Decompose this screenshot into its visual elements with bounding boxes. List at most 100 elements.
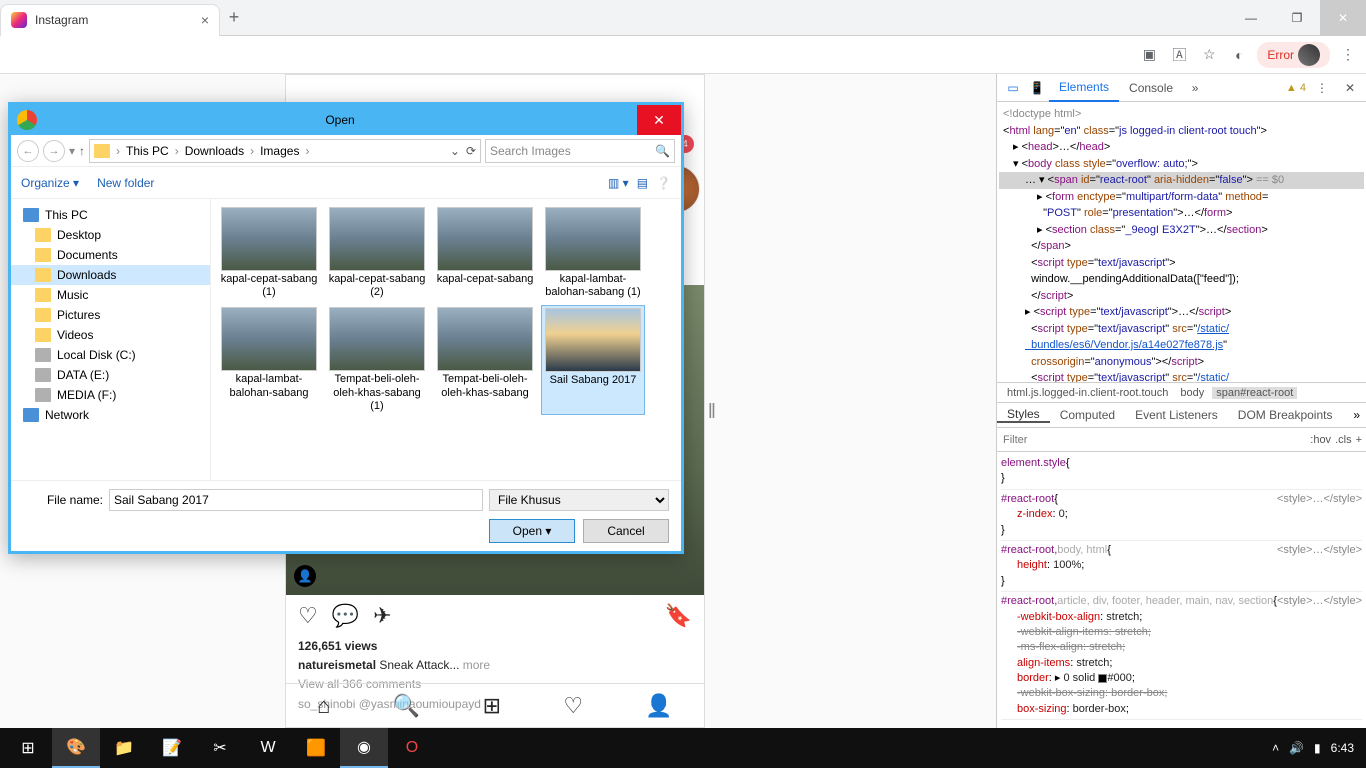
styles-filter-input[interactable] xyxy=(997,434,1306,446)
dom-breadcrumb[interactable]: html.js.logged-in.client-root.touch body… xyxy=(997,382,1366,402)
taskbar-uc[interactable]: 🟧 xyxy=(292,728,340,768)
start-button[interactable]: ⊞ xyxy=(4,728,52,768)
tree-item[interactable]: MEDIA (F:) xyxy=(11,385,210,405)
crumb-item[interactable]: body xyxy=(1176,387,1208,399)
file-item[interactable]: kapal-cepat-sabang xyxy=(433,205,537,301)
tree-item[interactable]: Videos xyxy=(11,325,210,345)
share-icon[interactable]: ✈ xyxy=(373,603,391,629)
taskbar-chrome[interactable]: ◉ xyxy=(340,728,388,768)
browser-tab[interactable]: Instagram × xyxy=(0,4,220,36)
filename-input[interactable] xyxy=(109,489,483,511)
file-item[interactable]: kapal-lambat-balohan-sabang xyxy=(217,305,321,415)
tab-event-listeners[interactable]: Event Listeners xyxy=(1125,408,1228,422)
organize-menu[interactable]: Organize ▾ xyxy=(21,176,79,190)
nav-recent-dropdown[interactable]: ▾ xyxy=(69,144,75,158)
breadcrumb-item[interactable]: Downloads xyxy=(185,144,244,158)
add-rule-icon[interactable]: + xyxy=(1356,434,1362,446)
hov-toggle[interactable]: :hov xyxy=(1310,434,1331,446)
error-chip[interactable]: Error xyxy=(1257,42,1330,68)
tree-item[interactable]: DATA (E:) xyxy=(11,365,210,385)
warning-count[interactable]: ▲ 4 xyxy=(1286,82,1306,94)
preview-pane-button[interactable]: ▤ xyxy=(637,176,648,190)
devtools-close-icon[interactable]: ✕ xyxy=(1338,81,1362,95)
nav-profile-icon[interactable]: 👤 xyxy=(645,693,672,719)
tab-styles[interactable]: Styles xyxy=(997,407,1050,423)
device-toolbar-icon[interactable]: 📱 xyxy=(1025,81,1049,95)
file-item[interactable]: kapal-cepat-sabang (1) xyxy=(217,205,321,301)
close-window-button[interactable]: ✕ xyxy=(1320,0,1366,36)
tree-item[interactable]: Music xyxy=(11,285,210,305)
system-tray[interactable]: ˄ 🔊 ▮ 6:43 xyxy=(1272,741,1362,755)
tree-item[interactable]: Desktop xyxy=(11,225,210,245)
dialog-close-button[interactable]: ✕ xyxy=(637,105,681,135)
cast-icon[interactable]: ▣ xyxy=(1137,43,1161,67)
breadcrumb-bar[interactable]: › This PC› Downloads› Images› ⌄ ⟳ xyxy=(89,139,481,163)
tab-elements[interactable]: Elements xyxy=(1049,74,1119,102)
nav-home-icon[interactable]: ⌂ xyxy=(317,693,330,719)
file-item[interactable]: kapal-cepat-sabang (2) xyxy=(325,205,429,301)
nav-activity-icon[interactable]: ♡ xyxy=(563,693,583,719)
nav-add-icon[interactable]: ⊞ xyxy=(483,693,501,719)
file-item[interactable]: Tempat-beli-oleh-oleh-khas-sabang xyxy=(433,305,537,415)
open-button[interactable]: Open ▾ xyxy=(489,519,575,543)
volume-icon[interactable]: 🔊 xyxy=(1289,741,1304,755)
nav-search-icon[interactable]: 🔍 xyxy=(393,693,420,719)
search-box[interactable]: Search Images 🔍 xyxy=(485,139,675,163)
more-link[interactable]: more xyxy=(463,658,490,672)
tree-item[interactable]: Pictures xyxy=(11,305,210,325)
view-mode-button[interactable]: ▥ ▾ xyxy=(608,176,629,190)
new-tab-button[interactable]: + xyxy=(220,7,248,28)
bookmark-star-icon[interactable]: ☆ xyxy=(1197,43,1221,67)
taskbar-opera[interactable]: O xyxy=(388,728,436,768)
post-username[interactable]: natureismetal xyxy=(298,658,376,672)
resize-handle-icon[interactable]: ‖ xyxy=(708,401,716,424)
file-list[interactable]: kapal-cepat-sabang (1)kapal-cepat-sabang… xyxy=(211,199,681,480)
taskbar-explorer[interactable]: 📁 xyxy=(100,728,148,768)
tree-item[interactable]: This PC xyxy=(11,205,210,225)
save-icon[interactable]: 🔖 xyxy=(665,603,692,629)
file-item[interactable]: Tempat-beli-oleh-oleh-khas-sabang (1) xyxy=(325,305,429,415)
elements-tree[interactable]: <!doctype html> <html lang="en" class="j… xyxy=(997,102,1366,382)
file-item[interactable]: kapal-lambat-balohan-sabang (1) xyxy=(541,205,645,301)
help-button[interactable]: ❔ xyxy=(656,176,671,190)
taskbar-notepad[interactable]: 📝 xyxy=(148,728,196,768)
crumb-item[interactable]: html.js.logged-in.client-root.touch xyxy=(1003,387,1172,399)
tab-close-icon[interactable]: × xyxy=(201,12,209,28)
clock[interactable]: 6:43 xyxy=(1331,741,1354,755)
crumb-item[interactable]: span#react-root xyxy=(1212,387,1297,399)
tree-item[interactable]: Local Disk (C:) xyxy=(11,345,210,365)
taskbar-paint[interactable]: 🎨 xyxy=(52,728,100,768)
chrome-menu-icon[interactable]: ⋮ xyxy=(1336,43,1360,67)
new-folder-button[interactable]: New folder xyxy=(97,176,154,190)
devtools-settings-icon[interactable]: ⋮ xyxy=(1310,81,1334,95)
tray-up-icon[interactable]: ˄ xyxy=(1272,741,1279,755)
nav-forward-button[interactable]: → xyxy=(43,140,65,162)
minimize-button[interactable]: — xyxy=(1228,0,1274,36)
breadcrumb-item[interactable]: This PC xyxy=(126,144,169,158)
comment-icon[interactable]: 💬 xyxy=(332,603,359,629)
more-tabs-icon[interactable]: » xyxy=(1183,81,1207,95)
tree-item[interactable]: Documents xyxy=(11,245,210,265)
folder-tree[interactable]: This PCDesktopDocumentsDownloadsMusicPic… xyxy=(11,199,211,480)
translate-icon[interactable]: 🄰 xyxy=(1167,43,1191,67)
tree-item[interactable]: Downloads xyxy=(11,265,210,285)
file-item[interactable]: Sail Sabang 2017 xyxy=(541,305,645,415)
refresh-button[interactable]: ⟳ xyxy=(466,144,476,158)
extension-icon[interactable]: ◐ xyxy=(1227,43,1251,67)
file-type-select[interactable]: File Khusus xyxy=(489,489,669,511)
dialog-titlebar[interactable]: Open ✕ xyxy=(11,105,681,135)
network-icon[interactable]: ▮ xyxy=(1314,741,1321,755)
inspect-element-icon[interactable]: ▭ xyxy=(1001,81,1025,95)
breadcrumb-dropdown[interactable]: ⌄ xyxy=(450,144,460,158)
like-icon[interactable]: ♡ xyxy=(298,603,318,629)
breadcrumb-item[interactable]: Images xyxy=(260,144,299,158)
taskbar-word[interactable]: W xyxy=(244,728,292,768)
cancel-button[interactable]: Cancel xyxy=(583,519,669,543)
maximize-button[interactable]: ❐ xyxy=(1274,0,1320,36)
tab-computed[interactable]: Computed xyxy=(1050,408,1125,422)
taskbar-snip[interactable]: ✂ xyxy=(196,728,244,768)
nav-back-button[interactable]: ← xyxy=(17,140,39,162)
more-tabs-icon[interactable]: » xyxy=(1347,408,1366,422)
tab-console[interactable]: Console xyxy=(1119,74,1183,102)
styles-pane[interactable]: element.style {} #react-root {<style>…</… xyxy=(997,452,1366,728)
